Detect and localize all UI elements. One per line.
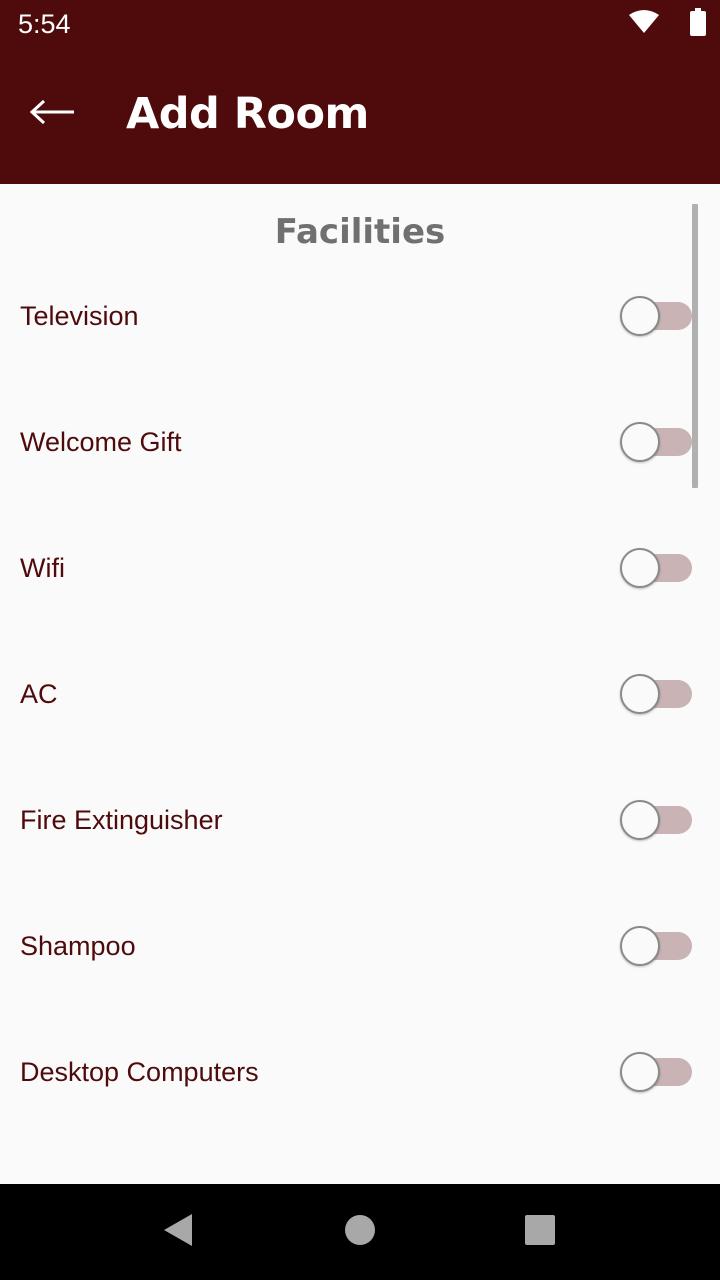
switch-thumb (620, 1052, 660, 1092)
nav-recents-button[interactable] (512, 1204, 568, 1260)
page-title: Add Room (126, 89, 369, 139)
app-bar: Add Room (0, 48, 720, 184)
switch-thumb (620, 422, 660, 462)
recents-square-icon (525, 1214, 555, 1250)
facility-row-fire-extinguisher: Fire Extinguisher (0, 780, 720, 860)
facility-label: Welcome Gift (20, 427, 182, 457)
facility-row-television: Television (0, 276, 720, 356)
back-triangle-icon (162, 1213, 194, 1252)
switch-thumb (620, 674, 660, 714)
facility-label: Fire Extinguisher (20, 805, 223, 835)
facility-label: Television (20, 301, 139, 331)
facility-row-welcome-gift: Welcome Gift (0, 402, 720, 482)
facility-label: Wifi (20, 553, 65, 583)
facility-row-shampoo: Shampoo (0, 906, 720, 986)
television-switch[interactable] (620, 296, 694, 336)
switch-thumb (620, 548, 660, 588)
status-bar: 5:54 (0, 0, 720, 48)
arrow-left-icon (28, 98, 76, 131)
back-button[interactable] (22, 86, 82, 142)
section-title: Facilities (274, 212, 446, 252)
ac-switch[interactable] (620, 674, 694, 714)
facility-label: AC (20, 679, 58, 709)
status-time: 5:54 (18, 9, 71, 39)
desktop-computers-switch[interactable] (620, 1052, 694, 1092)
facility-row-wifi: Wifi (0, 528, 720, 608)
facility-row-desktop-computers: Desktop Computers (0, 1032, 720, 1112)
switch-thumb (620, 926, 660, 966)
wifi-icon (628, 9, 660, 39)
wifi-switch[interactable] (620, 548, 694, 588)
fire-extinguisher-switch[interactable] (620, 800, 694, 840)
switch-thumb (620, 296, 660, 336)
switch-thumb (620, 800, 660, 840)
facility-label: Shampoo (20, 931, 136, 961)
status-icons (628, 7, 706, 41)
scrollbar[interactable] (692, 204, 698, 488)
nav-back-button[interactable] (150, 1204, 206, 1260)
system-nav-bar (0, 1184, 720, 1280)
facilities-list[interactable]: Facilities Television Welcome Gift Wifi … (0, 184, 720, 1184)
facility-row-ac: AC (0, 654, 720, 734)
nav-home-button[interactable] (332, 1204, 388, 1260)
facility-label: Desktop Computers (20, 1057, 259, 1087)
battery-icon (690, 7, 706, 41)
home-circle-icon (344, 1214, 376, 1251)
shampoo-switch[interactable] (620, 926, 694, 966)
welcome-gift-switch[interactable] (620, 422, 694, 462)
